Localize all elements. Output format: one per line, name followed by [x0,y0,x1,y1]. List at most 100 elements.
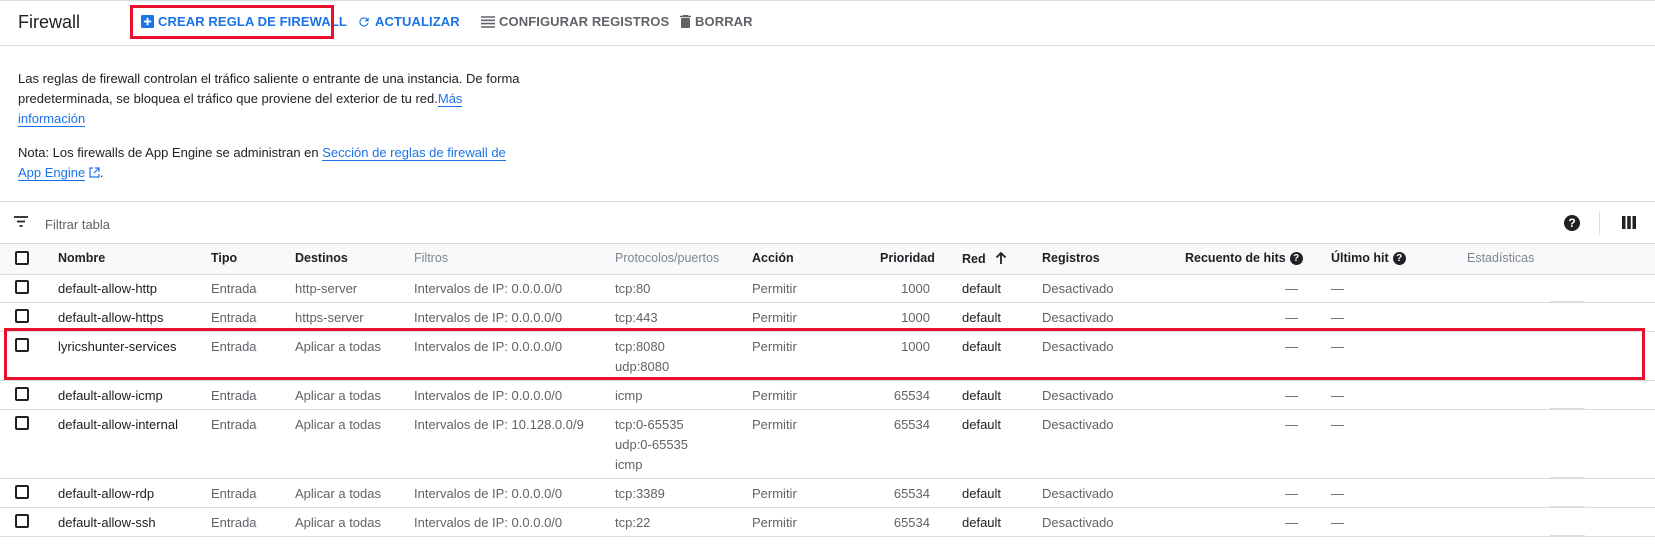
rule-last-hit: — [1331,515,1344,530]
table-header: Nombre Tipo Destinos Filtros Protocolos/… [0,243,1655,275]
statistics-placeholder [1550,535,1585,536]
row-checkbox[interactable] [15,387,29,401]
rule-network: default [962,486,1002,501]
column-header-statistics: Estadísticas [1467,251,1535,265]
protocol-port: tcp:443 [615,310,658,325]
rule-hit-count: — [1285,310,1298,325]
rule-filters: Intervalos de IP: 10.128.0.0/9 [414,417,584,432]
table-row[interactable]: default-allow-internal Entrada Aplicar a t… [0,409,1655,479]
row-checkbox[interactable] [15,280,29,294]
row-checkbox[interactable] [15,416,29,430]
rule-priority: 1000 [901,281,930,296]
row-checkbox[interactable] [15,514,29,528]
table-row[interactable]: default-allow-http Entrada http-server Inte… [0,273,1655,303]
rule-network: default [962,281,1002,296]
column-header-action[interactable]: Acción [752,251,794,265]
rule-filters: Intervalos de IP: 0.0.0.0/0 [414,388,563,403]
divider [0,201,1655,202]
row-checkbox[interactable] [15,485,29,499]
table-row[interactable]: default-allow-ssh Entrada Aplicar a todas I… [0,507,1655,537]
rule-hit-count: — [1285,515,1298,530]
column-header-network[interactable]: Red [962,251,1007,266]
rule-priority: 65534 [893,486,930,501]
table-row[interactable]: default-allow-icmp Entrada Aplicar a todas… [0,380,1655,410]
rule-protocols: tcp:80 [615,279,650,299]
column-header-name[interactable]: Nombre [58,251,105,265]
rule-protocols: tcp:22 [615,513,650,533]
rule-type: Entrada [211,515,257,530]
rule-priority: 65534 [893,388,930,403]
row-checkbox[interactable] [15,309,29,323]
rule-action: Permitir [752,310,797,325]
column-header-targets[interactable]: Destinos [295,251,348,265]
rule-name[interactable]: default-allow-icmp [58,386,163,406]
rule-type: Entrada [211,281,257,296]
column-header-hit-count[interactable]: Recuento de hits? [1185,251,1303,265]
column-header-filters: Filtros [414,251,449,265]
rule-protocols: tcp:3389 [615,484,665,504]
rule-name[interactable]: default-allow-https [58,308,164,328]
column-display-icon[interactable] [1622,216,1636,229]
rule-type: Entrada [211,388,257,403]
rule-action: Permitir [752,281,797,296]
list-icon [481,15,495,28]
rule-priority: 65534 [893,417,930,432]
rule-hit-count: — [1285,388,1298,403]
rule-type: Entrada [211,417,257,432]
rule-priority: 65534 [893,515,930,530]
column-header-type[interactable]: Tipo [211,251,237,265]
page-title: Firewall [18,12,81,32]
rule-name[interactable]: default-allow-http [58,279,157,299]
rule-action: Permitir [752,515,797,530]
intro-text: Las reglas de firewall controlan el tráf… [18,69,528,197]
rule-type: Entrada [211,486,257,501]
filter-table-input[interactable] [43,211,647,237]
rule-network: default [962,515,1002,530]
rule-network: default [962,310,1002,325]
protocol-port: tcp:3389 [615,486,665,501]
rule-filters: Intervalos de IP: 0.0.0.0/0 [414,281,563,296]
protocol-port: icmp [615,457,643,472]
app-engine-note: Nota: Los firewalls de App Engine se adm… [18,145,506,181]
delete-button[interactable]: BORRAR [680,14,753,29]
rule-logs: Desactivado [1042,281,1114,296]
rule-filters: Intervalos de IP: 0.0.0.0/0 [414,310,563,325]
rule-logs: Desactivado [1042,486,1114,501]
rule-last-hit: — [1331,486,1344,501]
rule-name[interactable]: default-allow-rdp [58,484,154,504]
protocol-port: udp:0-65535 [615,437,689,452]
help-icon[interactable]: ? [1392,252,1406,265]
select-all-checkbox[interactable] [15,251,29,265]
rule-action: Permitir [752,388,797,403]
protocol-port: tcp:0-65535 [615,417,684,432]
column-header-last-hit[interactable]: Último hit? [1331,251,1406,265]
rule-protocols: icmp [615,386,642,406]
table-row[interactable]: default-allow-rdp Entrada Aplicar a todas I… [0,478,1655,508]
column-header-protocols: Protocolos/puertos [615,251,720,265]
rule-name[interactable]: default-allow-internal [58,415,178,435]
column-header-logs[interactable]: Registros [1042,251,1100,265]
rule-logs: Desactivado [1042,388,1114,403]
column-header-priority[interactable]: Prioridad [880,251,935,265]
configure-logs-button[interactable]: CONFIGURAR REGISTROS [481,14,669,29]
rule-last-hit: — [1331,417,1344,432]
configure-logs-label: CONFIGURAR REGISTROS [499,14,670,29]
help-icon[interactable]: ? [1289,252,1303,265]
help-icon[interactable]: ? [1564,215,1580,231]
refresh-icon [359,16,369,27]
refresh-label: ACTUALIZAR [375,14,460,29]
rule-network: default [962,417,1002,432]
rule-protocols: tcp:443 [615,308,658,328]
refresh-button[interactable]: ACTUALIZAR [357,14,460,29]
rule-priority: 1000 [901,310,930,325]
filter-bar: ? [0,203,1655,243]
rule-action: Permitir [752,486,797,501]
create-button-highlight [130,5,334,39]
rule-name[interactable]: default-allow-ssh [58,513,156,533]
row-highlight [4,328,1645,380]
filter-icon [14,216,28,227]
rule-targets: Aplicar a todas [295,417,381,432]
rule-logs: Desactivado [1042,417,1114,432]
rule-filters: Intervalos de IP: 0.0.0.0/0 [414,515,563,530]
protocol-port: icmp [615,388,643,403]
